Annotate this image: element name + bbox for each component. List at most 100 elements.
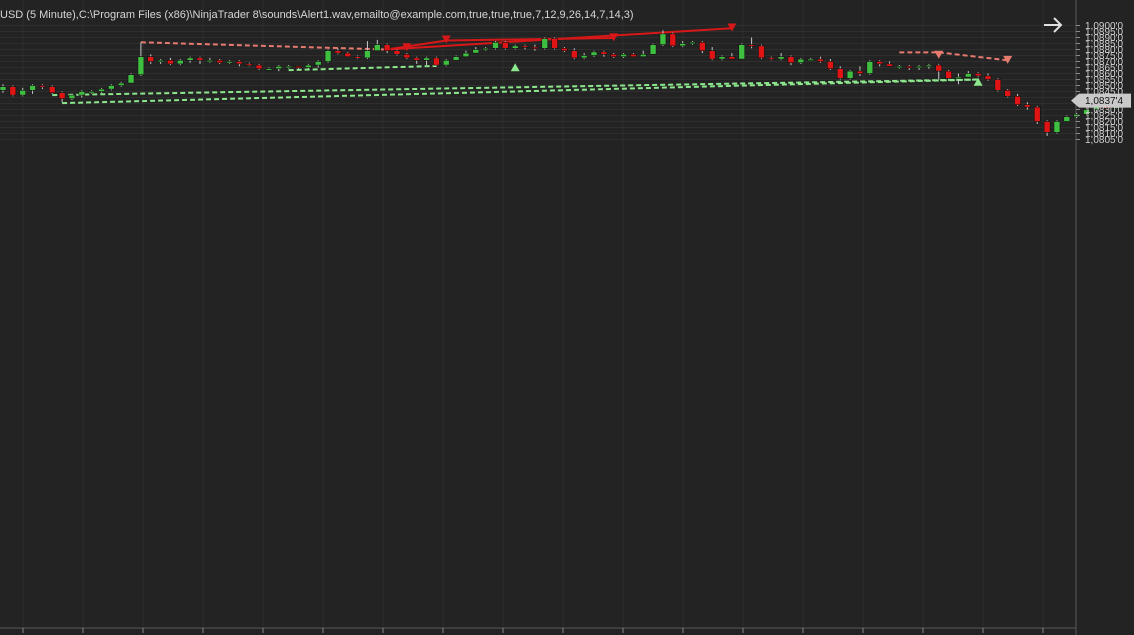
candle-body bbox=[442, 59, 450, 66]
candle-body bbox=[226, 61, 233, 64]
candle-body bbox=[255, 64, 263, 69]
candle-body bbox=[896, 66, 903, 69]
candle bbox=[236, 60, 243, 67]
candle-body bbox=[797, 58, 805, 63]
candle-body bbox=[373, 44, 381, 52]
candle bbox=[314, 60, 322, 68]
arrow-right-icon[interactable] bbox=[1040, 12, 1066, 38]
candle-body bbox=[295, 66, 302, 69]
candle-body bbox=[708, 50, 716, 60]
candle-body bbox=[492, 41, 499, 49]
candle-body bbox=[78, 91, 86, 96]
candle bbox=[88, 90, 95, 94]
candle bbox=[758, 44, 765, 60]
candle bbox=[255, 63, 263, 70]
candle bbox=[679, 41, 686, 48]
candle bbox=[748, 37, 755, 49]
candle bbox=[561, 47, 568, 52]
candle bbox=[1004, 89, 1012, 98]
candle bbox=[452, 55, 460, 61]
candle-body bbox=[836, 68, 844, 79]
candle-body bbox=[1014, 96, 1021, 106]
candle bbox=[177, 59, 184, 66]
candle-body bbox=[68, 94, 76, 99]
candle bbox=[373, 39, 381, 52]
price-axis[interactable]: 1,0900'01,0895'01,0890'01,0885'01,0880'0… bbox=[1071, 21, 1131, 146]
candle bbox=[718, 55, 726, 61]
candle bbox=[689, 41, 696, 45]
candle bbox=[423, 56, 430, 66]
candle bbox=[482, 47, 489, 51]
candle-body bbox=[423, 57, 430, 61]
candle-body bbox=[827, 61, 834, 69]
candle-body bbox=[39, 85, 46, 88]
candle bbox=[502, 41, 509, 50]
candle-body bbox=[1053, 121, 1061, 133]
candle bbox=[403, 53, 411, 60]
candle bbox=[9, 85, 17, 97]
candle bbox=[383, 43, 391, 54]
candle-body bbox=[679, 43, 686, 47]
candle bbox=[886, 61, 893, 67]
candle bbox=[669, 32, 677, 48]
candle-body bbox=[206, 59, 214, 63]
candles bbox=[0, 30, 1120, 136]
candle bbox=[945, 69, 952, 80]
candle-body bbox=[590, 51, 598, 56]
candle-body bbox=[265, 68, 273, 71]
candle-body bbox=[718, 56, 726, 60]
candle-body bbox=[127, 74, 135, 84]
grid-lines bbox=[0, 0, 1077, 635]
candle-body bbox=[324, 50, 332, 62]
candle bbox=[196, 56, 204, 64]
candle-body bbox=[728, 56, 736, 60]
candle bbox=[551, 37, 558, 50]
candle-body bbox=[19, 90, 27, 96]
candle bbox=[511, 44, 519, 50]
candle-body bbox=[659, 33, 667, 46]
candle bbox=[1033, 105, 1041, 124]
candle-body bbox=[482, 47, 489, 51]
candle bbox=[630, 53, 637, 57]
candle-body bbox=[472, 49, 480, 54]
candle bbox=[541, 37, 549, 50]
candle-body bbox=[108, 85, 115, 90]
candle bbox=[827, 59, 834, 70]
candle-body bbox=[817, 58, 824, 62]
candle-body bbox=[433, 57, 440, 66]
candle-body bbox=[364, 50, 371, 59]
candle bbox=[521, 44, 529, 50]
candle-body bbox=[777, 56, 785, 60]
candle bbox=[935, 63, 943, 80]
candle bbox=[472, 47, 480, 54]
candle-body bbox=[137, 56, 145, 76]
candle-body bbox=[866, 61, 874, 74]
candle-body bbox=[610, 53, 618, 57]
candle-body bbox=[639, 53, 647, 57]
candlestick-chart[interactable]: 1,0900'01,0895'01,0890'01,0885'01,0880'0… bbox=[0, 0, 1134, 635]
candle-body bbox=[245, 63, 253, 66]
candle bbox=[78, 90, 86, 98]
candle-body bbox=[177, 59, 184, 65]
candle-body bbox=[344, 52, 352, 57]
candle-body bbox=[964, 73, 972, 78]
candle-body bbox=[738, 44, 746, 60]
candle-body bbox=[98, 88, 105, 92]
candle-body bbox=[117, 82, 125, 86]
candle bbox=[817, 56, 824, 63]
candle-body bbox=[88, 91, 95, 94]
candle bbox=[206, 57, 214, 63]
candle bbox=[728, 53, 736, 60]
candle bbox=[984, 73, 992, 81]
candle-body bbox=[354, 56, 361, 59]
candle bbox=[1063, 115, 1071, 122]
candle-body bbox=[580, 55, 588, 59]
candle-body bbox=[1024, 104, 1031, 108]
candle-body bbox=[630, 53, 637, 57]
candle-body bbox=[9, 86, 17, 96]
candle-body bbox=[1004, 90, 1012, 97]
candle bbox=[108, 84, 115, 91]
candle bbox=[767, 56, 775, 61]
candle-body bbox=[807, 58, 815, 61]
candle bbox=[896, 65, 903, 69]
